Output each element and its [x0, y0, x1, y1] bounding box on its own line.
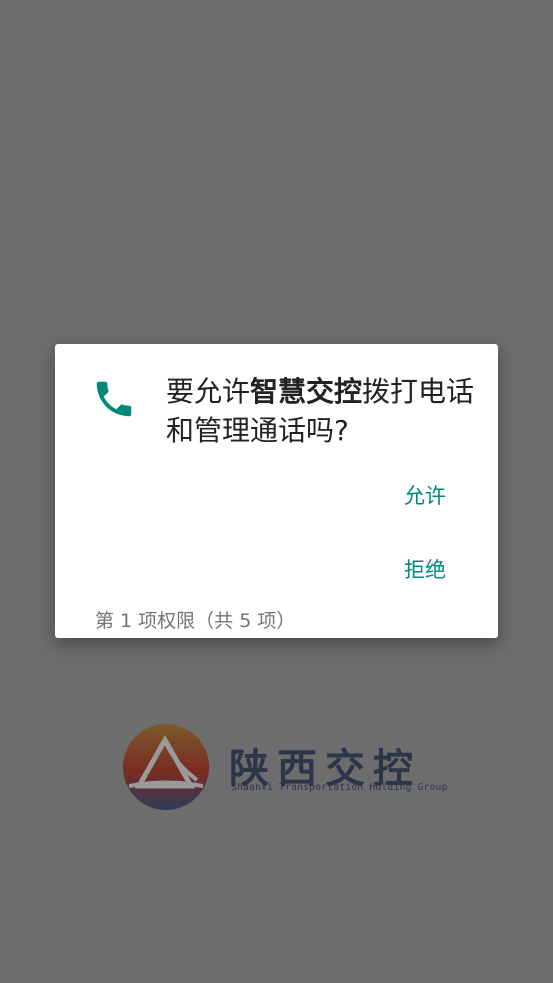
logo-subtitle: Shaanxi Transportation Holding Group	[231, 782, 448, 793]
allow-button[interactable]: 允许	[404, 480, 446, 510]
deny-button[interactable]: 拒绝	[404, 554, 446, 584]
permission-counter: 第 1 项权限（共 5 项）	[95, 610, 296, 632]
message-prefix: 要允许	[166, 375, 251, 408]
permission-message: 要允许智慧交控拨打电话和管理通话吗?	[166, 372, 481, 450]
phone-icon	[91, 376, 137, 422]
company-logo: 陕西交控 Shaanxi Transportation Holding Grou…	[121, 722, 447, 814]
permission-dialog: 要允许智慧交控拨打电话和管理通话吗? 允许 拒绝 第 1 项权限（共 5 项）	[55, 344, 498, 638]
app-name: 智慧交控	[250, 375, 363, 408]
logo-mark-icon	[123, 724, 209, 810]
